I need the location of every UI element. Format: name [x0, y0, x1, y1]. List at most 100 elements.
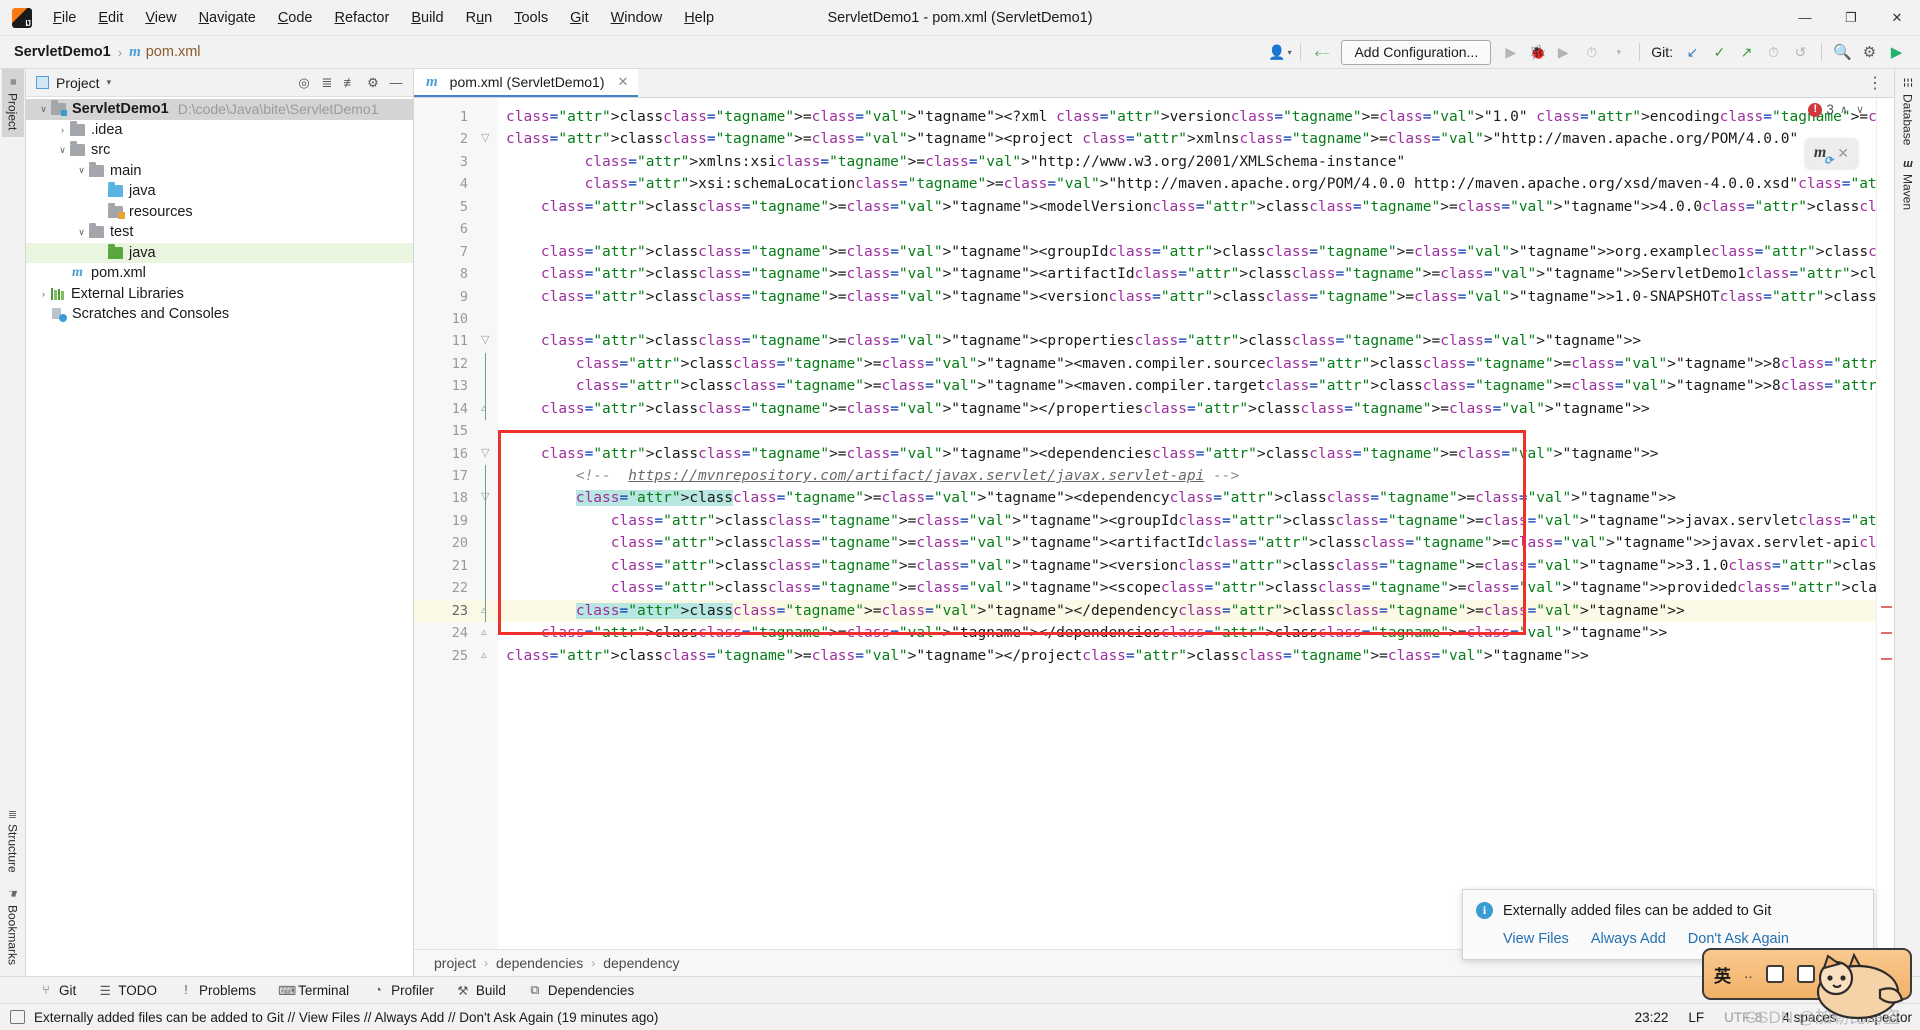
line-number[interactable]: 3 — [414, 151, 476, 173]
fold-row[interactable] — [476, 286, 498, 308]
hide-panel-icon[interactable]: — — [385, 72, 407, 94]
tool-window-button-build[interactable]: ⚒Build — [445, 977, 517, 1004]
code-line[interactable]: class="attr">classclass="tagname">=class… — [498, 353, 1876, 375]
line-number[interactable]: 14 — [414, 398, 476, 420]
fold-row[interactable] — [476, 263, 498, 285]
code-folding-band[interactable]: ▽▽▵▽▽▵▵▵ — [476, 98, 498, 949]
code-line[interactable]: class="attr">classclass="tagname">=class… — [498, 555, 1876, 577]
menu-view[interactable]: View — [134, 4, 187, 32]
line-number[interactable]: 22 — [414, 577, 476, 599]
menu-code[interactable]: Code — [267, 4, 324, 32]
collapse-all-icon[interactable]: ≢ — [339, 72, 361, 94]
git-update-project-icon[interactable]: ↙ — [1679, 40, 1706, 65]
breadcrumb-item-dependencies[interactable]: dependencies — [496, 955, 583, 971]
code-line[interactable]: class="attr">classclass="tagname">=class… — [498, 286, 1876, 308]
code-line[interactable]: class="attr">classclass="tagname">=class… — [498, 106, 1876, 128]
line-number[interactable]: 7 — [414, 241, 476, 263]
tree-node-external-libraries[interactable]: ›External Libraries — [26, 284, 413, 305]
tree-node-src[interactable]: ∨src — [26, 140, 413, 161]
fold-row[interactable] — [476, 218, 498, 240]
line-number[interactable]: 24 — [414, 622, 476, 644]
menu-refactor[interactable]: Refactor — [324, 4, 401, 32]
line-number[interactable]: 5 — [414, 196, 476, 218]
maximize-button[interactable]: ❐ — [1828, 0, 1874, 36]
error-marker[interactable] — [1881, 658, 1892, 660]
menu-navigate[interactable]: Navigate — [188, 4, 267, 32]
tree-node-main[interactable]: ∨main — [26, 161, 413, 182]
code-line[interactable]: <!-- https://mvnrepository.com/artifact/… — [498, 465, 1876, 487]
fold-row[interactable]: ▽ — [476, 487, 498, 509]
code-line[interactable] — [498, 218, 1876, 240]
fold-collapse-icon[interactable]: ▽ — [481, 492, 491, 503]
balloon-link-view-files[interactable]: View Files — [1503, 931, 1569, 947]
rail-button-bookmarks[interactable]: ⚑Bookmarks — [2, 880, 24, 972]
rail-button-maven[interactable]: mMaven — [1897, 152, 1919, 217]
tree-node-scratches-and-consoles[interactable]: Scratches and Consoles — [26, 304, 413, 325]
rail-button-database[interactable]: ☷Database — [1897, 69, 1919, 152]
menu-edit[interactable]: Edit — [87, 4, 134, 32]
error-marker[interactable] — [1881, 632, 1892, 634]
refresh-icon[interactable]: ⟳ — [1824, 154, 1833, 167]
navbar-file-name[interactable]: pom.xml — [146, 44, 201, 60]
menu-window[interactable]: Window — [600, 4, 674, 32]
menu-git[interactable]: Git — [559, 4, 600, 32]
line-number[interactable]: 12 — [414, 353, 476, 375]
status-message[interactable]: Externally added files can be added to G… — [34, 1010, 658, 1025]
line-number[interactable]: 8 — [414, 263, 476, 285]
fold-row[interactable]: ▵ — [476, 622, 498, 644]
line-number[interactable]: 25 — [414, 645, 476, 667]
chevron-down-icon[interactable]: ∨ — [74, 227, 89, 238]
user-dropdown-icon[interactable]: 👤▾ — [1266, 40, 1293, 65]
code-line[interactable]: class="attr">classclass="tagname">=class… — [498, 330, 1876, 352]
breadcrumb-item-dependency[interactable]: dependency — [603, 955, 679, 971]
settings-gear-icon[interactable]: ⚙ — [1856, 40, 1883, 65]
line-number[interactable]: 1 — [414, 106, 476, 128]
tree-node--idea[interactable]: ›.idea — [26, 120, 413, 141]
menu-file[interactable]: File — [42, 4, 87, 32]
fold-end-icon[interactable]: ▵ — [481, 605, 491, 616]
fold-row[interactable] — [476, 308, 498, 330]
fold-row[interactable] — [476, 106, 498, 128]
search-everywhere-icon[interactable]: 🔍 — [1829, 40, 1856, 65]
code-line[interactable]: class="attr">classclass="tagname">=class… — [498, 128, 1876, 150]
chevron-down-icon[interactable]: ▾ — [107, 77, 112, 88]
line-number[interactable]: 10 — [414, 308, 476, 330]
fold-row[interactable] — [476, 173, 498, 195]
fold-row[interactable] — [476, 196, 498, 218]
line-number[interactable]: 15 — [414, 420, 476, 442]
add-configuration-button[interactable]: Add Configuration... — [1341, 40, 1491, 65]
code-line[interactable]: class="attr">classclass="tagname">=class… — [498, 510, 1876, 532]
chevron-right-icon[interactable]: › — [36, 289, 51, 299]
fold-row[interactable]: ▵ — [476, 645, 498, 667]
code-line[interactable]: class="attr">classclass="tagname">=class… — [498, 600, 1876, 622]
tool-window-button-terminal[interactable]: ⌨Terminal — [267, 977, 360, 1004]
balloon-link-don-t-ask-again[interactable]: Don't Ask Again — [1688, 931, 1789, 947]
fold-row[interactable]: ▵ — [476, 398, 498, 420]
tree-node-servletdemo1[interactable]: ∨ServletDemo1D:\code\Java\bite\ServletDe… — [26, 99, 413, 120]
ime-language-label[interactable]: 英 — [1714, 962, 1731, 987]
close-icon[interactable]: ✕ — [1837, 145, 1849, 162]
fold-collapse-icon[interactable]: ▽ — [481, 335, 491, 346]
line-number[interactable]: 21 — [414, 555, 476, 577]
code-line[interactable]: class="attr">classclass="tagname">=class… — [498, 645, 1876, 667]
rail-button-structure[interactable]: ≣Structure — [2, 803, 24, 880]
fold-row[interactable] — [476, 510, 498, 532]
chevron-down-icon[interactable]: ▾ — [1605, 40, 1632, 65]
menu-run[interactable]: Run — [455, 4, 504, 32]
fold-end-icon[interactable]: ▵ — [481, 650, 491, 661]
run-with-coverage-icon[interactable]: ▶ — [1551, 40, 1578, 65]
git-history-icon[interactable]: ⏱ — [1760, 40, 1787, 65]
tool-window-button-todo[interactable]: ☰TODO — [87, 977, 168, 1004]
locate-icon[interactable]: ◎ — [293, 72, 315, 94]
fold-collapse-icon[interactable]: ▽ — [481, 448, 491, 459]
line-number[interactable]: 6 — [414, 218, 476, 240]
line-number[interactable]: 20 — [414, 532, 476, 554]
chevron-down-icon[interactable]: ∨ — [55, 145, 70, 156]
fold-row[interactable] — [476, 353, 498, 375]
line-number[interactable]: 13 — [414, 375, 476, 397]
tool-window-button-git[interactable]: ⑂Git — [28, 977, 87, 1004]
ide-updates-icon[interactable]: ▶ — [1883, 40, 1910, 65]
tool-window-button-dependencies[interactable]: ⧉Dependencies — [517, 977, 645, 1004]
git-rollback-icon[interactable]: ↺ — [1787, 40, 1814, 65]
code-line[interactable]: class="attr">classclass="tagname">=class… — [498, 622, 1876, 644]
